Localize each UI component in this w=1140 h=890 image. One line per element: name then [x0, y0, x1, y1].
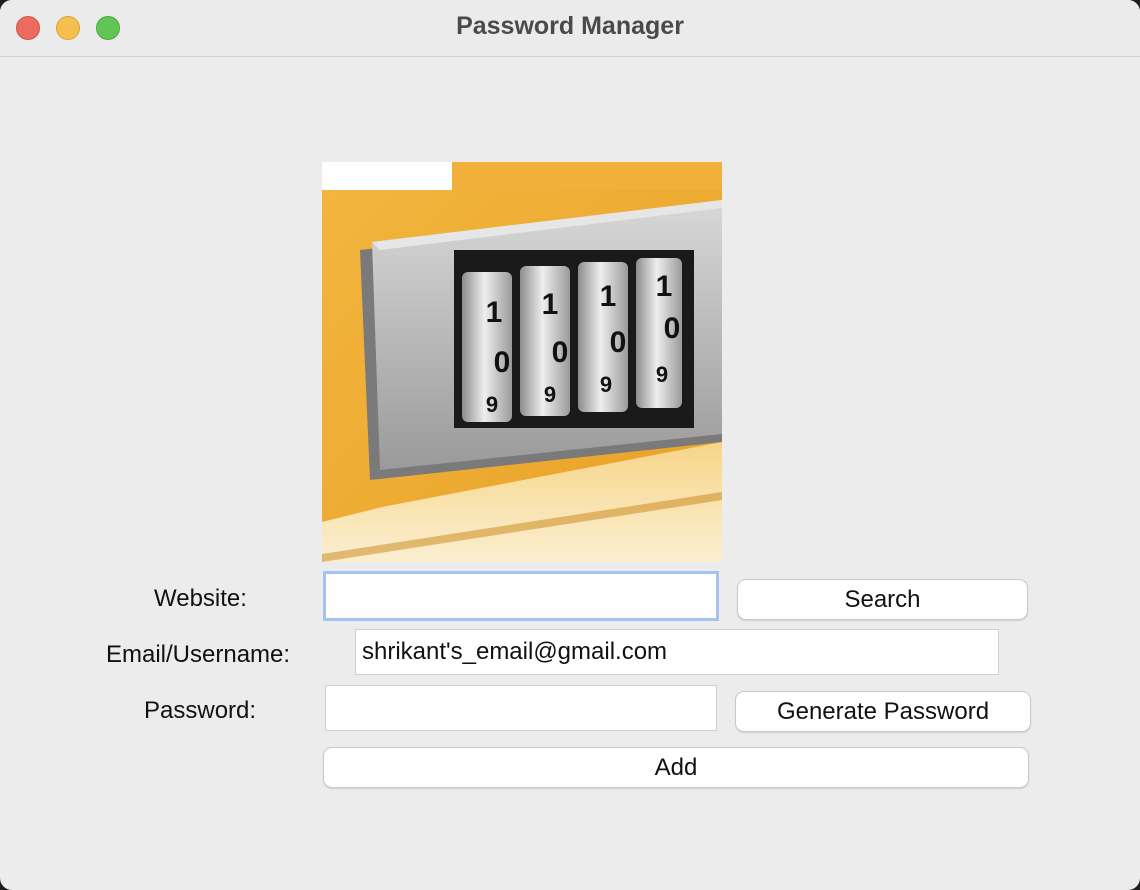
website-input[interactable] [323, 571, 719, 621]
wheel-1-top-digit: 1 [486, 296, 503, 329]
combination-lock-icon: 1 1 1 1 0 0 0 0 9 9 9 9 [322, 162, 722, 562]
wheel-1-middle-digit: 0 [494, 346, 511, 379]
wheel-4-middle-digit: 0 [664, 312, 681, 345]
email-input[interactable] [355, 629, 999, 675]
wheel-2-top-digit: 1 [542, 288, 559, 321]
title-bar: Password Manager [0, 0, 1140, 57]
website-label: Website: [154, 585, 247, 612]
add-button[interactable]: Add [323, 747, 1029, 788]
wheel-1-bottom-digit: 9 [486, 392, 498, 417]
window-title: Password Manager [456, 12, 684, 40]
wheel-4-bottom-digit: 9 [656, 362, 668, 387]
wheel-4-top-digit: 1 [656, 270, 673, 303]
generate-password-button[interactable]: Generate Password [735, 691, 1031, 732]
email-label: Email/Username: [106, 641, 291, 668]
wheel-3-bottom-digit: 9 [600, 372, 612, 397]
password-label: Password: [144, 697, 257, 724]
wheel-3-top-digit: 1 [600, 280, 617, 313]
password-input[interactable] [325, 685, 717, 731]
wheel-3-middle-digit: 0 [610, 326, 627, 359]
wheel-2-middle-digit: 0 [552, 336, 569, 369]
app-window: Password Manager 1 1 1 1 0 0 0 0 9 9 9 9… [0, 0, 1140, 890]
wheel-2-bottom-digit: 9 [544, 382, 556, 407]
search-button[interactable]: Search [737, 579, 1028, 620]
